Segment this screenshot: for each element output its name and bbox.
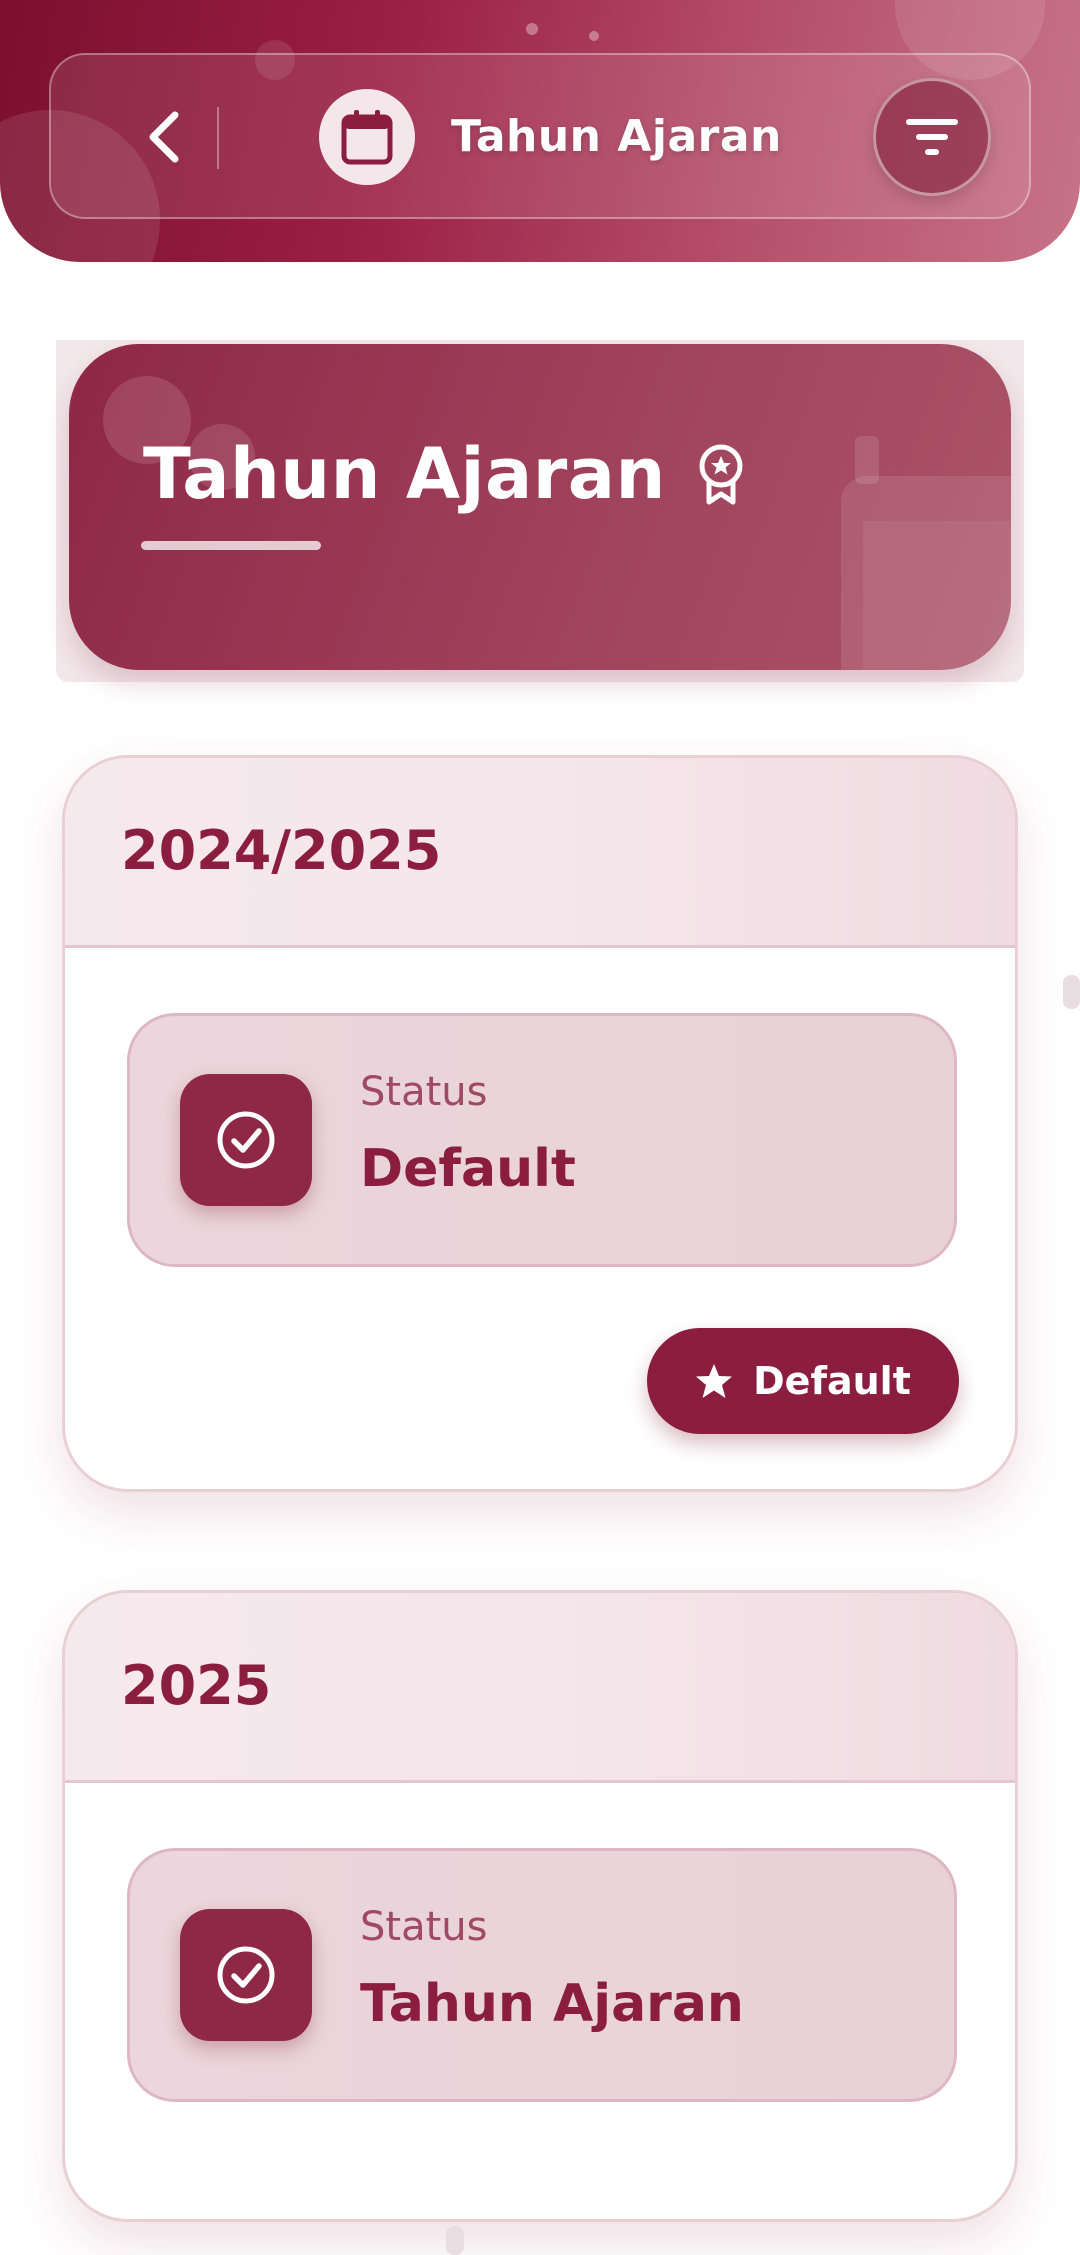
hero-title: Tahun Ajaran — [143, 433, 666, 515]
decor-dot — [589, 31, 599, 41]
calendar-icon — [341, 110, 393, 165]
back-button[interactable] — [121, 95, 205, 179]
filter-icon — [906, 119, 958, 155]
top-app-bar: Tahun Ajaran — [0, 0, 1080, 262]
card-year-title: 2025 — [121, 1654, 272, 1717]
app-bar-title: Tahun Ajaran — [451, 111, 782, 162]
calendar-watermark-icon — [841, 436, 1011, 670]
academic-year-card: 2025 Status Tahun Ajaran — [62, 1590, 1018, 2222]
status-icon-tile — [180, 1074, 312, 1206]
hero-banner: Tahun Ajaran — [69, 344, 1011, 670]
scroll-indicator — [1063, 975, 1080, 1009]
card-header: 2025 — [65, 1593, 1015, 1783]
status-label: Status — [360, 1904, 488, 1950]
decor-blip — [446, 2226, 464, 2255]
app-bar-divider — [217, 107, 219, 169]
hero-underline — [141, 541, 321, 550]
chevron-left-icon — [149, 111, 179, 163]
status-box: Status Default — [127, 1013, 957, 1267]
check-circle-icon — [217, 1946, 275, 2004]
calendar-badge — [319, 89, 415, 185]
app-bar-glass-panel: Tahun Ajaran — [49, 53, 1031, 219]
academic-year-card: 2024/2025 Status Default Default — [62, 755, 1018, 1492]
status-box: Status Tahun Ajaran — [127, 1848, 957, 2102]
status-value: Tahun Ajaran — [360, 1974, 744, 2034]
set-default-button-label: Default — [753, 1359, 911, 1403]
status-icon-tile — [180, 1909, 312, 2041]
award-icon — [699, 444, 743, 505]
decor-dot — [526, 23, 538, 35]
set-default-button[interactable]: Default — [647, 1328, 959, 1434]
filter-button[interactable] — [873, 78, 991, 196]
star-icon — [696, 1364, 733, 1398]
check-circle-icon — [217, 1111, 275, 1169]
card-year-title: 2024/2025 — [121, 819, 442, 882]
status-value: Default — [360, 1139, 576, 1199]
card-header: 2024/2025 — [65, 758, 1015, 948]
status-label: Status — [360, 1069, 488, 1115]
